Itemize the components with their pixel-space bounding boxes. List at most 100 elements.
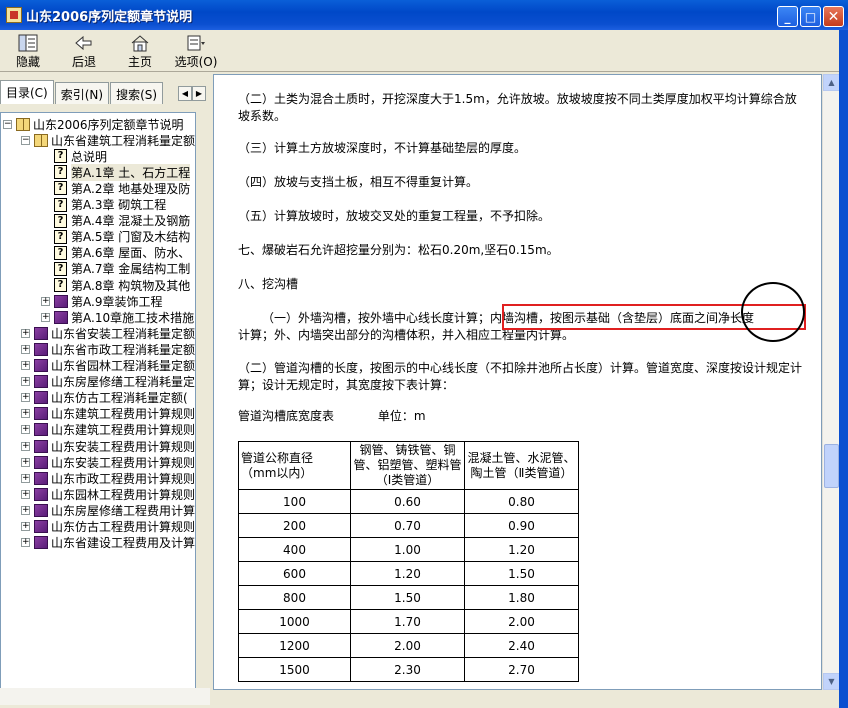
home-label: 主页 [127,55,152,69]
tree-item[interactable]: + 山东省安装工程消耗量定额 [21,325,195,341]
section-heading-trench: 八、挖沟槽 [238,277,299,291]
scroll-down-button[interactable]: ▼ [823,673,840,690]
closed-book-icon [34,536,48,550]
scroll-up-button[interactable]: ▲ [823,74,840,91]
tree-item[interactable]: ? 第A.7章 金属结构工制 [41,261,190,277]
help-topic-icon: ? [54,197,67,212]
back-button[interactable]: 后退 [56,30,112,72]
closed-book-icon [34,391,48,405]
tab-index[interactable]: 索引(N) [54,82,110,104]
expand-icon[interactable]: + [21,361,30,370]
tree-item[interactable]: ? 第A.1章 土、石方工程 [41,163,191,181]
expand-icon[interactable]: + [21,538,30,548]
tree-item-label: 山东房屋修缮工程费用计算 [51,503,196,518]
tree-item[interactable]: + 第A.9章装饰工程 [41,293,162,309]
hide-button[interactable]: 隐藏 [0,30,56,72]
table-cell: 2.00 [350,633,465,658]
tree-item[interactable]: ? 总说明 [41,148,107,164]
expand-icon[interactable]: + [21,344,30,354]
options-label: 选项(O) [174,55,218,69]
tree-item[interactable]: − 山东省建筑工程消耗量定额 [21,132,195,148]
table-header-diameter: 管道公称直径（mm以内） [238,441,351,490]
expand-icon[interactable]: + [21,457,30,467]
tree-item[interactable]: + 山东建筑工程费用计算规则 [21,406,195,422]
closed-book-icon [34,375,48,389]
collapse-icon[interactable]: − [3,119,12,129]
table-header-class2: 混凝土管、水泥管、陶土管（Ⅱ类管道） [464,441,579,490]
expand-icon[interactable]: + [21,473,30,483]
table-row: 600 1.20 1.50 [238,561,579,586]
table-cell: 200 [238,513,351,538]
tree-item-label: 山东市政工程费用计算规则 [51,471,196,486]
expand-icon[interactable]: + [41,296,50,306]
hide-label: 隐藏 [15,55,40,69]
tree-item[interactable]: + 山东房屋修缮工程费用计算 [21,502,195,518]
expand-icon[interactable]: + [21,377,30,387]
tree-item[interactable]: + 山东房屋修缮工程消耗量定 [21,374,195,390]
scroll-thumb[interactable] [824,444,839,488]
close-button[interactable]: ✕ [823,6,844,27]
expand-icon[interactable]: + [21,489,30,499]
tree-item-label: 山东省建设工程费用及计算 [51,536,196,551]
tree-item[interactable]: + 山东仿古工程消耗量定额( [21,390,188,406]
tab-scroll-left-icon[interactable]: ◀ [178,86,192,101]
tree-item-label: 山东2006序列定额章节说明 [33,117,184,132]
options-button[interactable]: 选项(O) [168,30,224,72]
closed-book-icon [54,294,68,308]
expand-icon[interactable]: + [21,409,30,419]
collapse-icon[interactable]: − [21,135,30,145]
expand-icon[interactable]: + [21,328,30,338]
tab-contents[interactable]: 目录(C) [0,80,54,104]
tree-item[interactable]: − 山东2006序列定额章节说明 [3,116,184,132]
paragraph-slope-depth: （三）计算土方放坡深度时，不计算基础垫层的厚度。 [238,141,527,155]
tree-item[interactable]: ? 第A.6章 屋面、防水、 [41,245,190,261]
tree-item[interactable]: + 山东省园林工程消耗量定额 [21,358,195,374]
table-row: 1000 1.70 2.00 [238,609,579,634]
home-button[interactable]: 主页 [112,30,168,72]
tree-item[interactable]: + 山东安装工程费用计算规则 [21,454,195,470]
tree-item[interactable]: + 第A.10章施工技术措施 [41,309,194,325]
paragraph-cross-section: （五）计算放坡时，放坡交叉处的重复工程量，不予扣除。 [238,209,551,223]
table-cell: 1200 [238,633,351,658]
tree-item[interactable]: + 山东安装工程费用计算规则 [21,438,195,454]
tree-item[interactable]: + 山东园林工程费用计算规则 [21,486,195,502]
minimize-button[interactable]: _ [777,6,798,27]
tree-item[interactable]: + 山东市政工程费用计算规则 [21,470,195,486]
tree-item[interactable]: + 山东建筑工程费用计算规则 [21,422,195,438]
maximize-button[interactable]: □ [800,6,821,27]
content-vertical-scrollbar[interactable]: ▲ ▼ [822,74,840,690]
tab-scroll-right-icon[interactable]: ▶ [192,86,206,101]
tree-item[interactable]: ? 第A.8章 构筑物及其他 [41,277,190,293]
expand-icon[interactable]: + [21,505,30,515]
trench-rules-continuation: 计算；外、内墙突出部分的沟槽体积，并入相应工程量内计算。 [238,328,575,342]
table-cell: 2.00 [464,609,579,634]
expand-icon[interactable]: + [41,312,50,322]
title-bar[interactable]: 山东2006序列定额章节说明 _ □ ✕ [0,0,848,30]
tree-item[interactable]: ? 第A.5章 门窗及木结构 [41,229,190,245]
tree-item[interactable]: + 山东省市政工程消耗量定额 [21,341,195,357]
tree-horizontal-scrollbar[interactable] [0,688,210,705]
tab-search[interactable]: 搜索(S) [110,82,164,104]
expand-icon[interactable]: + [21,522,30,531]
tree-item[interactable]: + 山东仿古工程费用计算规则 [21,519,195,535]
table-cell: 800 [238,585,351,610]
tree-item-label: 山东仿古工程费用计算规则 [51,520,196,534]
contents-tree[interactable]: − 山东2006序列定额章节说明 − 山东省建筑工程消耗量定额? 总说明? 第A.1章 土… [0,112,196,692]
table-row: 200 0.70 0.90 [238,513,579,538]
expand-icon[interactable]: + [21,393,30,403]
help-topic-icon: ? [54,149,67,164]
content-pane[interactable]: （二）土类为混合土质时，开挖深度大于1.5m，允许放坡。放坡坡度按不同土类厚度加… [213,74,822,690]
open-book-icon [34,133,48,147]
table-row: 800 1.50 1.80 [238,585,579,610]
table-cell: 1000 [238,609,351,634]
help-topic-icon: ? [54,261,67,276]
table-cell: 100 [238,489,351,514]
expand-icon[interactable]: + [21,425,30,435]
tree-item[interactable]: ? 第A.2章 地基处理及防 [41,180,190,196]
tree-item[interactable]: ? 第A.3章 砌筑工程 [41,197,166,213]
expand-icon[interactable]: + [21,441,30,451]
tree-item[interactable]: ? 第A.4章 混凝土及钢筋 [41,213,190,229]
home-icon [130,34,150,52]
tree-item[interactable]: + 山东省建设工程费用及计算 [21,535,195,551]
tree-item-label: 第A.6章 屋面、防水、 [71,246,191,261]
